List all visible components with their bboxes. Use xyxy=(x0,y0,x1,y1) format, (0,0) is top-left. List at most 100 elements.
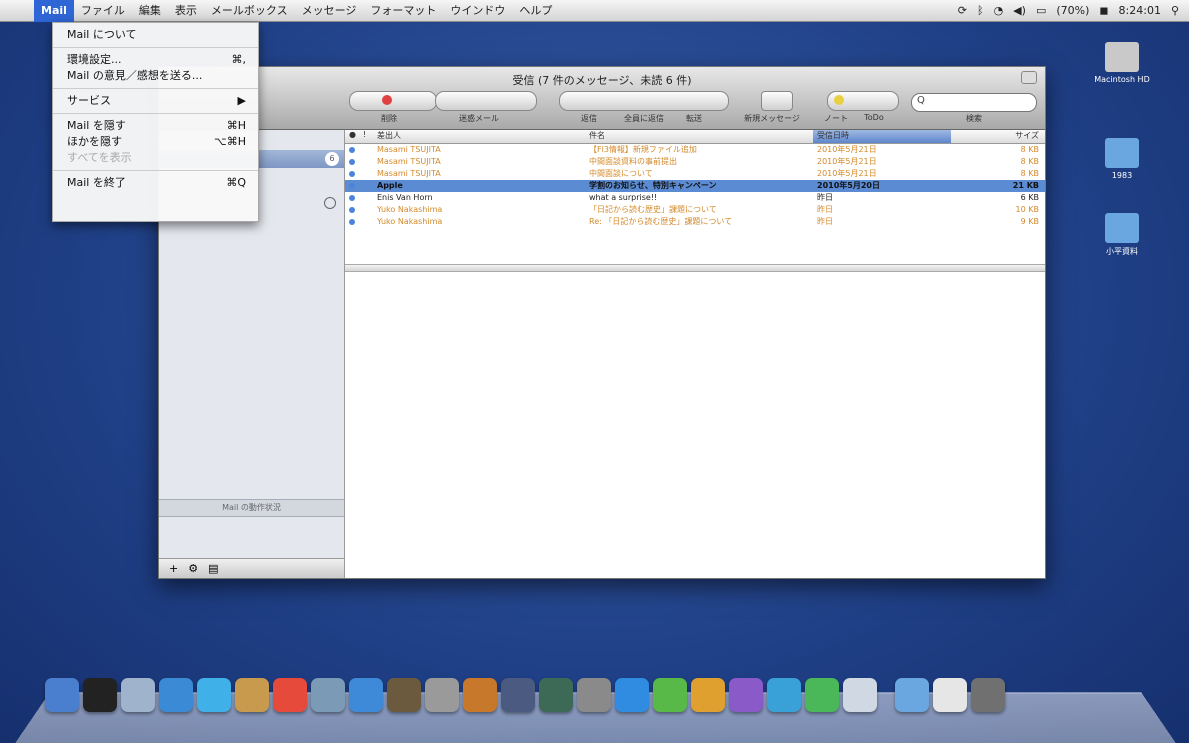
desktop-icon-folder-2[interactable]: 小平資料 xyxy=(1082,213,1162,257)
mail-menu-item[interactable]: Mail を隠す ⌘H xyxy=(53,118,258,134)
menu-item-label: Mail について xyxy=(67,28,137,41)
itunes-icon[interactable] xyxy=(349,678,383,712)
app-icon-3[interactable] xyxy=(691,678,725,712)
unread-dot-icon xyxy=(349,219,355,225)
bluetooth-icon[interactable]: ᛒ xyxy=(977,4,984,17)
menu-edit[interactable]: 編集 xyxy=(132,0,168,22)
spotlight-icon[interactable]: ⚲ xyxy=(1171,4,1179,17)
menu-mailbox[interactable]: メールボックス xyxy=(204,0,295,22)
system-preferences-icon[interactable] xyxy=(577,678,611,712)
menu-item-label: ほかを隠す xyxy=(67,135,122,148)
menu-item-shortcut: ▶ xyxy=(237,94,246,107)
finder-icon[interactable] xyxy=(45,678,79,712)
new-message-button[interactable] xyxy=(761,91,793,111)
app-icon-6[interactable] xyxy=(805,678,839,712)
ichat-icon[interactable] xyxy=(197,678,231,712)
column-flag[interactable]: ! xyxy=(359,130,373,143)
flag-cell xyxy=(359,144,373,156)
unread-cell xyxy=(345,180,359,192)
add-icon[interactable]: + xyxy=(169,562,178,575)
menu-separator xyxy=(53,170,258,171)
menu-view[interactable]: 表示 xyxy=(168,0,204,22)
iphoto-icon[interactable] xyxy=(387,678,421,712)
mail-icon[interactable] xyxy=(121,678,155,712)
unread-dot-icon xyxy=(349,207,355,213)
column-from[interactable]: 差出人 xyxy=(373,130,585,143)
message-row[interactable]: Yuko Nakashima 「日記から読む歴史」課題について 昨日 10 KB xyxy=(345,204,1045,216)
menu-mail[interactable]: Mail xyxy=(34,0,74,22)
gear-icon[interactable]: ⚙ xyxy=(188,562,198,575)
tasks-icon[interactable]: ▤ xyxy=(208,562,218,575)
menu-window[interactable]: ウインドウ xyxy=(443,0,512,22)
date-cell: 2010年5月21日 xyxy=(817,169,877,178)
menu-format[interactable]: フォーマット xyxy=(363,0,443,22)
volume-icon[interactable]: ◀) xyxy=(1013,4,1026,17)
mail-menu-item[interactable]: Mail について xyxy=(53,27,258,43)
clock[interactable]: 8:24:01 xyxy=(1119,4,1161,17)
app-icon-7[interactable] xyxy=(843,678,877,712)
search-input[interactable]: Q xyxy=(911,93,1037,112)
mail-menu-item[interactable]: ほかを隠す ⌥⌘H xyxy=(53,134,258,150)
delete-button[interactable] xyxy=(349,91,437,111)
preview-icon[interactable] xyxy=(311,678,345,712)
menu-separator xyxy=(53,47,258,48)
column-size[interactable]: サイズ xyxy=(951,130,1045,143)
mail-menu-item[interactable]: 環境設定... ⌘, xyxy=(53,52,258,68)
message-row[interactable]: Masami TSUJITA 中間面談資料の事前提出 2010年5月21日 8 KB xyxy=(345,156,1045,168)
junk-button[interactable] xyxy=(435,91,537,111)
safari-icon[interactable] xyxy=(159,678,193,712)
size-cell: 8 KB xyxy=(1020,157,1039,166)
column-date[interactable]: 受信日時 xyxy=(813,130,951,143)
message-row[interactable]: Masami TSUJITA 中間面談について 2010年5月21日 8 KB xyxy=(345,168,1045,180)
time-machine-icon[interactable] xyxy=(539,678,573,712)
garageband-icon[interactable] xyxy=(463,678,497,712)
mail-menu-item[interactable]: Mail を終了 ⌘Q xyxy=(53,175,258,191)
column-unread[interactable]: ● xyxy=(345,130,359,143)
hard-drive-icon xyxy=(1105,42,1139,72)
list-header: ● ! 差出人 件名 受信日時 サイズ xyxy=(345,130,1045,144)
trash-icon[interactable] xyxy=(971,678,1005,712)
note-todo-group[interactable] xyxy=(827,91,899,111)
column-subject[interactable]: 件名 xyxy=(585,130,813,143)
unread-cell xyxy=(345,216,359,228)
address-book-icon[interactable] xyxy=(235,678,269,712)
user-icon[interactable]: ◼ xyxy=(1099,4,1108,17)
junk-label: 迷惑メール xyxy=(459,114,499,123)
size-cell: 9 KB xyxy=(1020,217,1039,226)
app-icon-5[interactable] xyxy=(767,678,801,712)
menu-file[interactable]: ファイル xyxy=(74,0,132,22)
app-icon-4[interactable] xyxy=(729,678,763,712)
message-row[interactable]: Masami TSUJITA 【Fl3情報】新規ファイル追加 2010年5月21日 8… xyxy=(345,144,1045,156)
menu-message[interactable]: メッセージ xyxy=(295,0,364,22)
app-icon-1[interactable] xyxy=(615,678,649,712)
ical-icon[interactable] xyxy=(273,678,307,712)
toolbar-toggle-button[interactable] xyxy=(1021,71,1037,84)
applications-folder-icon[interactable] xyxy=(895,678,929,712)
battery-icon[interactable]: ▭ xyxy=(1036,4,1046,17)
dashboard-icon[interactable] xyxy=(83,678,117,712)
sync-icon[interactable]: ⟳ xyxy=(958,4,967,17)
flag-cell xyxy=(359,216,373,228)
spaces-icon[interactable] xyxy=(501,678,535,712)
mail-menu-item[interactable]: Mail の意見／感想を送る... xyxy=(53,68,258,84)
unread-cell xyxy=(345,156,359,168)
size-cell: 8 KB xyxy=(1020,145,1039,154)
menu-help[interactable]: ヘルプ xyxy=(512,0,559,22)
desktop-icon-macintosh-hd[interactable]: Macintosh HD xyxy=(1082,42,1162,84)
date-cell: 2010年5月20日 xyxy=(817,181,880,190)
message-row[interactable]: Apple 学割のお知らせ、特別キャンペーン 2010年5月20日 21 KB xyxy=(345,180,1045,192)
app-icon-2[interactable] xyxy=(653,678,687,712)
documents-icon[interactable] xyxy=(933,678,967,712)
from-cell: Enis Van Horn xyxy=(377,193,433,202)
message-row[interactable]: Yuko Nakashima Re: 「日記から読む歴史」課題について 昨日 9 KB xyxy=(345,216,1045,228)
wifi-icon[interactable]: ◔ xyxy=(994,4,1004,17)
mail-menu-item[interactable]: サービス ▶ xyxy=(53,93,258,109)
menu-item-label: すべてを表示 xyxy=(67,151,132,164)
desktop-icon-folder-1[interactable]: 1983 xyxy=(1082,138,1162,180)
search-label: 検索 xyxy=(966,114,982,123)
reply-forward-group[interactable] xyxy=(559,91,729,111)
activity-divider[interactable]: Mail の動作状況 xyxy=(159,499,344,517)
message-row[interactable]: Enis Van Horn what a surprise!! 昨日 6 KB xyxy=(345,192,1045,204)
preview-splitter[interactable] xyxy=(345,264,1045,272)
imovie-icon[interactable] xyxy=(425,678,459,712)
